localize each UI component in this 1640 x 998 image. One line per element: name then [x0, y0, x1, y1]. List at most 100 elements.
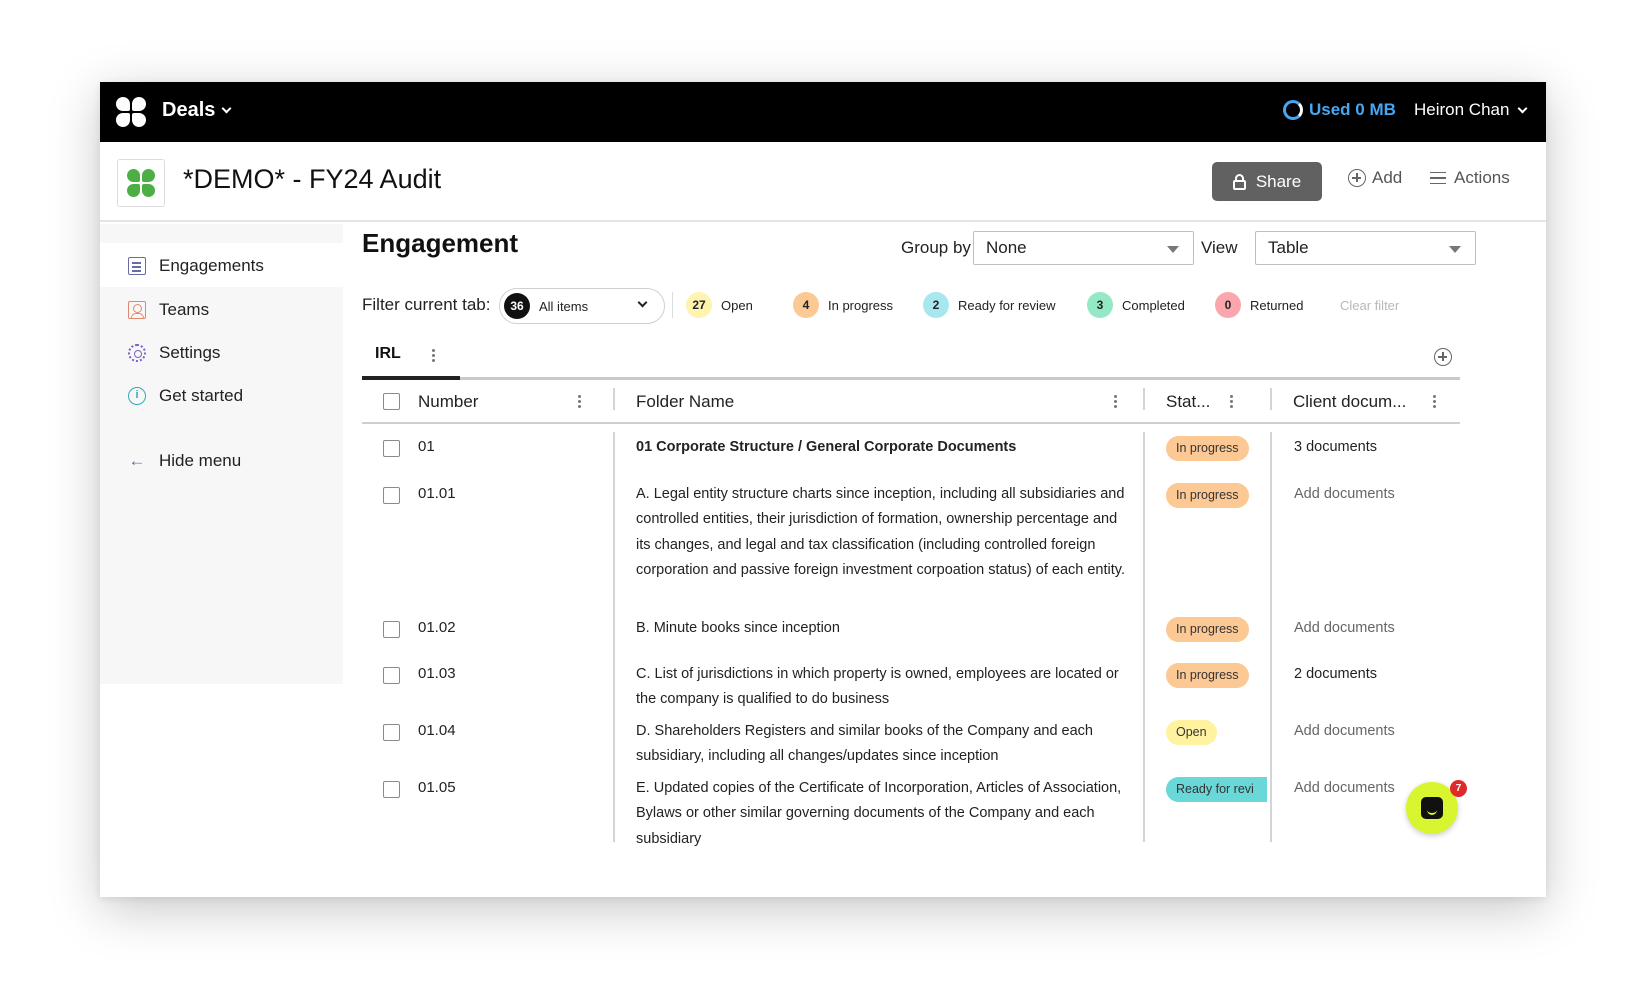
filter-select[interactable]: 36 All items: [499, 288, 665, 324]
app-logo-icon[interactable]: [116, 97, 146, 127]
view-label: View: [1201, 238, 1238, 257]
active-tab-indicator: [362, 376, 460, 380]
add-documents-link[interactable]: Add documents: [1294, 482, 1395, 507]
row-number: 01.05: [418, 779, 456, 796]
column-header-status[interactable]: Stat...: [1166, 381, 1246, 422]
column-label: Number: [418, 391, 479, 411]
clover-logo-icon: [127, 169, 155, 197]
plus-circle-icon: [1348, 169, 1366, 187]
sidebar-item-teams[interactable]: Teams: [128, 300, 209, 320]
row-number: 01.04: [418, 722, 456, 739]
sidebar-item-label: Hide menu: [159, 451, 242, 470]
filter-chip-completed[interactable]: 3 Completed: [1087, 292, 1185, 318]
client-documents[interactable]: 2 documents: [1294, 662, 1377, 687]
column-label: Folder Name: [636, 391, 735, 411]
row-number: 01.01: [418, 485, 456, 502]
view-select[interactable]: Table: [1255, 231, 1476, 265]
group-by-label: Group by: [901, 238, 971, 257]
user-name: Heiron Chan: [1414, 100, 1510, 119]
column-header-client-documents[interactable]: Client docum...: [1293, 381, 1453, 422]
row-checkbox[interactable]: [383, 487, 400, 504]
column-header-number[interactable]: Number: [418, 381, 598, 422]
folder-name[interactable]: 01 Corporate Structure / General Corpora…: [636, 435, 1126, 460]
menu-lines-icon: [1430, 172, 1446, 184]
sidebar-item-get-started[interactable]: i Get started: [128, 386, 243, 406]
app-switcher[interactable]: Deals: [162, 99, 232, 122]
column-header-folder-name[interactable]: Folder Name: [636, 381, 1136, 422]
chevron-down-icon: [1518, 103, 1528, 113]
status-badge[interactable]: In progress: [1166, 436, 1249, 461]
status-badge[interactable]: In progress: [1166, 483, 1249, 508]
actions-button[interactable]: Actions: [1430, 168, 1510, 188]
chip-label: Open: [721, 297, 753, 313]
chip-count: 4: [793, 292, 819, 318]
chip-label: Returned: [1250, 297, 1304, 313]
chip-count: 0: [1215, 292, 1241, 318]
add-button[interactable]: Add: [1348, 168, 1402, 188]
group-by-select[interactable]: None: [973, 231, 1194, 265]
folder-name[interactable]: B. Minute books since inception: [636, 616, 1126, 641]
document-list-icon: [128, 257, 146, 275]
row-checkbox[interactable]: [383, 724, 400, 741]
chip-label: Completed: [1122, 297, 1185, 313]
row-checkbox[interactable]: [383, 440, 400, 457]
sidebar-item-label: Teams: [159, 300, 210, 319]
status-badge[interactable]: In progress: [1166, 617, 1249, 642]
kebab-menu-icon[interactable]: [1230, 395, 1233, 398]
share-button[interactable]: Share: [1212, 162, 1322, 201]
sidebar-item-engagements[interactable]: Engagements: [128, 256, 264, 276]
row-checkbox[interactable]: [383, 621, 400, 638]
gear-icon: [128, 344, 146, 362]
caret-down-icon: [1449, 246, 1461, 253]
kebab-menu-icon[interactable]: [1114, 395, 1117, 398]
arrow-left-icon: ←: [128, 451, 146, 470]
kebab-menu-icon[interactable]: [578, 395, 581, 398]
add-documents-link[interactable]: Add documents: [1294, 719, 1395, 744]
select-all-checkbox[interactable]: [383, 393, 400, 410]
column-separator[interactable]: [1143, 388, 1145, 410]
chevron-down-icon: [221, 103, 232, 114]
filter-label: Filter current tab:: [362, 295, 491, 314]
sidebar-item-settings[interactable]: Settings: [128, 343, 220, 363]
folder-name[interactable]: C. List of jurisdictions in which proper…: [636, 662, 1126, 713]
column-separator[interactable]: [613, 388, 615, 410]
storage-label: Used 0 MB: [1309, 100, 1396, 119]
column-label: Client docum...: [1293, 391, 1407, 411]
tab-label: IRL: [375, 345, 401, 362]
kebab-menu-icon[interactable]: [1433, 395, 1436, 398]
chat-icon: [1421, 797, 1443, 819]
table-header-border: [362, 422, 1460, 424]
status-badge[interactable]: In progress: [1166, 663, 1249, 688]
project-logo: [117, 159, 165, 207]
add-documents-link[interactable]: Add documents: [1294, 616, 1395, 641]
folder-name[interactable]: D. Shareholders Registers and similar bo…: [636, 719, 1126, 770]
folder-name[interactable]: A. Legal entity structure charts since i…: [636, 482, 1126, 583]
column-separator[interactable]: [1270, 388, 1272, 410]
row-number: 01.02: [418, 619, 456, 636]
kebab-menu-icon[interactable]: [432, 349, 435, 352]
storage-indicator: Used 0 MB: [1283, 100, 1396, 120]
user-menu[interactable]: Heiron Chan: [1414, 100, 1528, 120]
row-checkbox[interactable]: [383, 667, 400, 684]
lock-icon: [1232, 173, 1246, 190]
divider: [672, 292, 673, 318]
share-label: Share: [1255, 171, 1302, 191]
status-badge[interactable]: Ready for revi: [1166, 777, 1267, 802]
chip-count: 27: [686, 292, 712, 318]
chevron-down-icon: [637, 297, 648, 308]
status-badge[interactable]: Open: [1166, 720, 1217, 745]
row-checkbox[interactable]: [383, 781, 400, 798]
hide-menu-button[interactable]: ← Hide menu: [128, 451, 242, 471]
add-documents-link[interactable]: Add documents: [1294, 776, 1395, 801]
clear-filter-link[interactable]: Clear filter: [1340, 298, 1399, 313]
add-tab-icon[interactable]: [1434, 348, 1452, 366]
filter-chip-ready-for-review[interactable]: 2 Ready for review: [923, 292, 1056, 318]
client-documents[interactable]: 3 documents: [1294, 435, 1377, 460]
folder-name[interactable]: E. Updated copies of the Certificate of …: [636, 776, 1126, 852]
view-value: Table: [1268, 238, 1309, 257]
chip-count: 2: [923, 292, 949, 318]
filter-chip-open[interactable]: 27 Open: [686, 292, 753, 318]
app-name: Deals: [162, 99, 216, 121]
filter-chip-in-progress[interactable]: 4 In progress: [793, 292, 893, 318]
filter-chip-returned[interactable]: 0 Returned: [1215, 292, 1303, 318]
